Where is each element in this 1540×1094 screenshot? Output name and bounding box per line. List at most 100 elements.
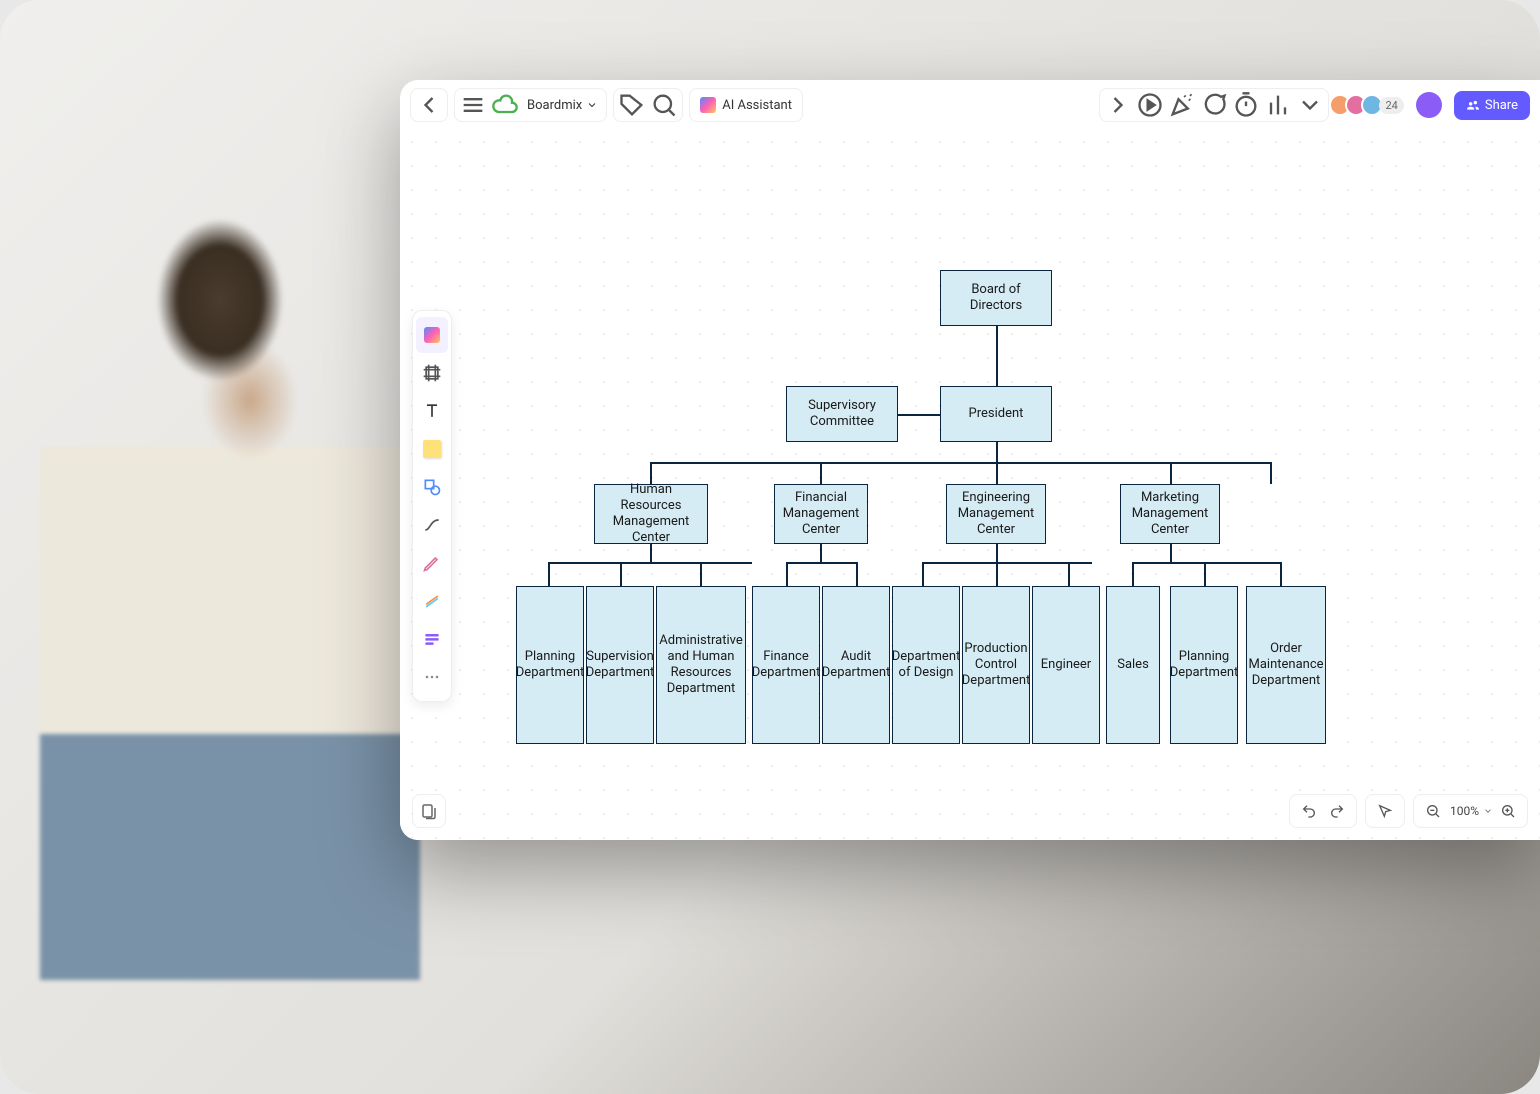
ai-assistant-button[interactable]: AI Assistant: [689, 88, 803, 122]
chevron-down-icon: [1483, 806, 1493, 816]
ai-assistant-label: AI Assistant: [722, 98, 792, 113]
org-label: Finance Department: [752, 649, 821, 682]
present-button[interactable]: [1136, 91, 1164, 119]
cloud-sync-icon[interactable]: [491, 91, 519, 119]
org-node-supervision[interactable]: Supervision Department: [586, 586, 654, 744]
org-node-planning2[interactable]: Planning Department: [1170, 586, 1238, 744]
connector: [786, 562, 788, 586]
org-label: Audit Department: [822, 649, 890, 682]
share-label: Share: [1485, 98, 1518, 113]
org-label: Department of Design: [892, 649, 961, 682]
org-node-sales[interactable]: Sales: [1106, 586, 1160, 744]
redo-button[interactable]: [1324, 798, 1350, 824]
connector: [1132, 562, 1282, 564]
connector: [1132, 562, 1134, 586]
org-label: Administrative and Human Resources Depar…: [659, 633, 742, 698]
connector: [650, 544, 652, 562]
connector: [820, 462, 822, 484]
org-label: Marketing Management Center: [1129, 490, 1211, 539]
connector: [820, 544, 822, 562]
bottom-right-controls: 100%: [1289, 794, 1528, 828]
undo-button[interactable]: [1296, 798, 1322, 824]
org-node-president[interactable]: President: [940, 386, 1052, 442]
org-label: Production Control Department: [962, 641, 1030, 690]
connector: [548, 562, 550, 586]
org-node-admin-hr[interactable]: Administrative and Human Resources Depar…: [656, 586, 746, 744]
org-node-order[interactable]: Order Maintenance Department: [1246, 586, 1326, 744]
connector: [1170, 544, 1172, 562]
search-button[interactable]: [650, 91, 678, 119]
org-node-production[interactable]: Production Control Department: [962, 586, 1030, 744]
avatar-count: 24: [1379, 97, 1403, 114]
menu-button[interactable]: [459, 91, 487, 119]
expand-button[interactable]: [1104, 91, 1132, 119]
collaborator-avatars[interactable]: 24: [1335, 94, 1403, 116]
org-label: Planning Department: [516, 649, 584, 682]
chart-button[interactable]: [1264, 91, 1292, 119]
connector: [620, 562, 622, 586]
user-avatar[interactable]: [1416, 92, 1442, 118]
connector: [1170, 462, 1172, 484]
connector: [996, 442, 998, 462]
org-label: Financial Management Center: [783, 490, 860, 539]
ai-logo-icon: [700, 97, 716, 113]
org-label: Planning Department: [1170, 649, 1238, 682]
connector: [996, 562, 998, 586]
connector: [922, 562, 1092, 564]
zoom-out-button[interactable]: [1420, 798, 1446, 824]
connector: [548, 562, 752, 564]
celebrate-button[interactable]: [1168, 91, 1196, 119]
org-node-board[interactable]: Board of Directors: [940, 270, 1052, 326]
connector: [650, 462, 1270, 464]
org-node-design[interactable]: Department of Design: [892, 586, 960, 744]
org-node-engineering-center[interactable]: Engineering Management Center: [946, 484, 1046, 544]
canvas[interactable]: Board of Directors Supervisory Committee…: [400, 130, 1540, 840]
document-title[interactable]: Boardmix: [523, 98, 602, 113]
org-node-financial-center[interactable]: Financial Management Center: [774, 484, 868, 544]
connector: [1204, 562, 1206, 586]
pages-button[interactable]: [412, 794, 446, 828]
pages-icon: [420, 802, 438, 820]
more-tools-button[interactable]: [1296, 91, 1324, 119]
org-label: Supervision Department: [586, 649, 655, 682]
connector: [996, 462, 998, 484]
connector: [1068, 562, 1070, 586]
org-label: Engineering Management Center: [955, 490, 1037, 539]
connector: [1270, 462, 1272, 484]
org-node-marketing-center[interactable]: Marketing Management Center: [1120, 484, 1220, 544]
share-icon: [1466, 98, 1480, 112]
zoom-in-button[interactable]: [1495, 798, 1521, 824]
org-node-hr-center[interactable]: Human Resources Management Center: [594, 484, 708, 544]
back-button[interactable]: [415, 91, 443, 119]
org-label: Engineer: [1041, 657, 1091, 673]
connector: [856, 562, 858, 586]
timer-button[interactable]: [1232, 91, 1260, 119]
org-label: Board of Directors: [949, 282, 1043, 315]
app-window: Boardmix AI Assistant: [400, 80, 1540, 840]
org-node-audit[interactable]: Audit Department: [822, 586, 890, 744]
chevron-down-icon: [586, 99, 598, 111]
presenter-person: [40, 160, 420, 980]
connector: [700, 562, 702, 586]
share-button[interactable]: Share: [1454, 91, 1530, 120]
org-label: Human Resources Management Center: [603, 482, 699, 547]
connector: [898, 414, 940, 416]
org-label: President: [969, 406, 1024, 422]
cursor-button[interactable]: [1372, 798, 1398, 824]
org-label: Sales: [1117, 657, 1149, 673]
org-node-supervisory[interactable]: Supervisory Committee: [786, 386, 898, 442]
connector: [1280, 562, 1282, 586]
org-label: Order Maintenance Department: [1248, 641, 1323, 690]
zoom-level[interactable]: 100%: [1448, 804, 1481, 818]
connector: [786, 562, 856, 564]
tag-button[interactable]: [618, 91, 646, 119]
comment-button[interactable]: [1200, 91, 1228, 119]
org-node-finance[interactable]: Finance Department: [752, 586, 820, 744]
top-toolbar: Boardmix AI Assistant: [400, 80, 1540, 130]
connector: [996, 544, 998, 562]
org-label: Supervisory Committee: [795, 398, 889, 431]
connector: [922, 562, 924, 586]
org-chart: Board of Directors Supervisory Committee…: [400, 130, 1540, 840]
org-node-engineer[interactable]: Engineer: [1032, 586, 1100, 744]
org-node-planning[interactable]: Planning Department: [516, 586, 584, 744]
